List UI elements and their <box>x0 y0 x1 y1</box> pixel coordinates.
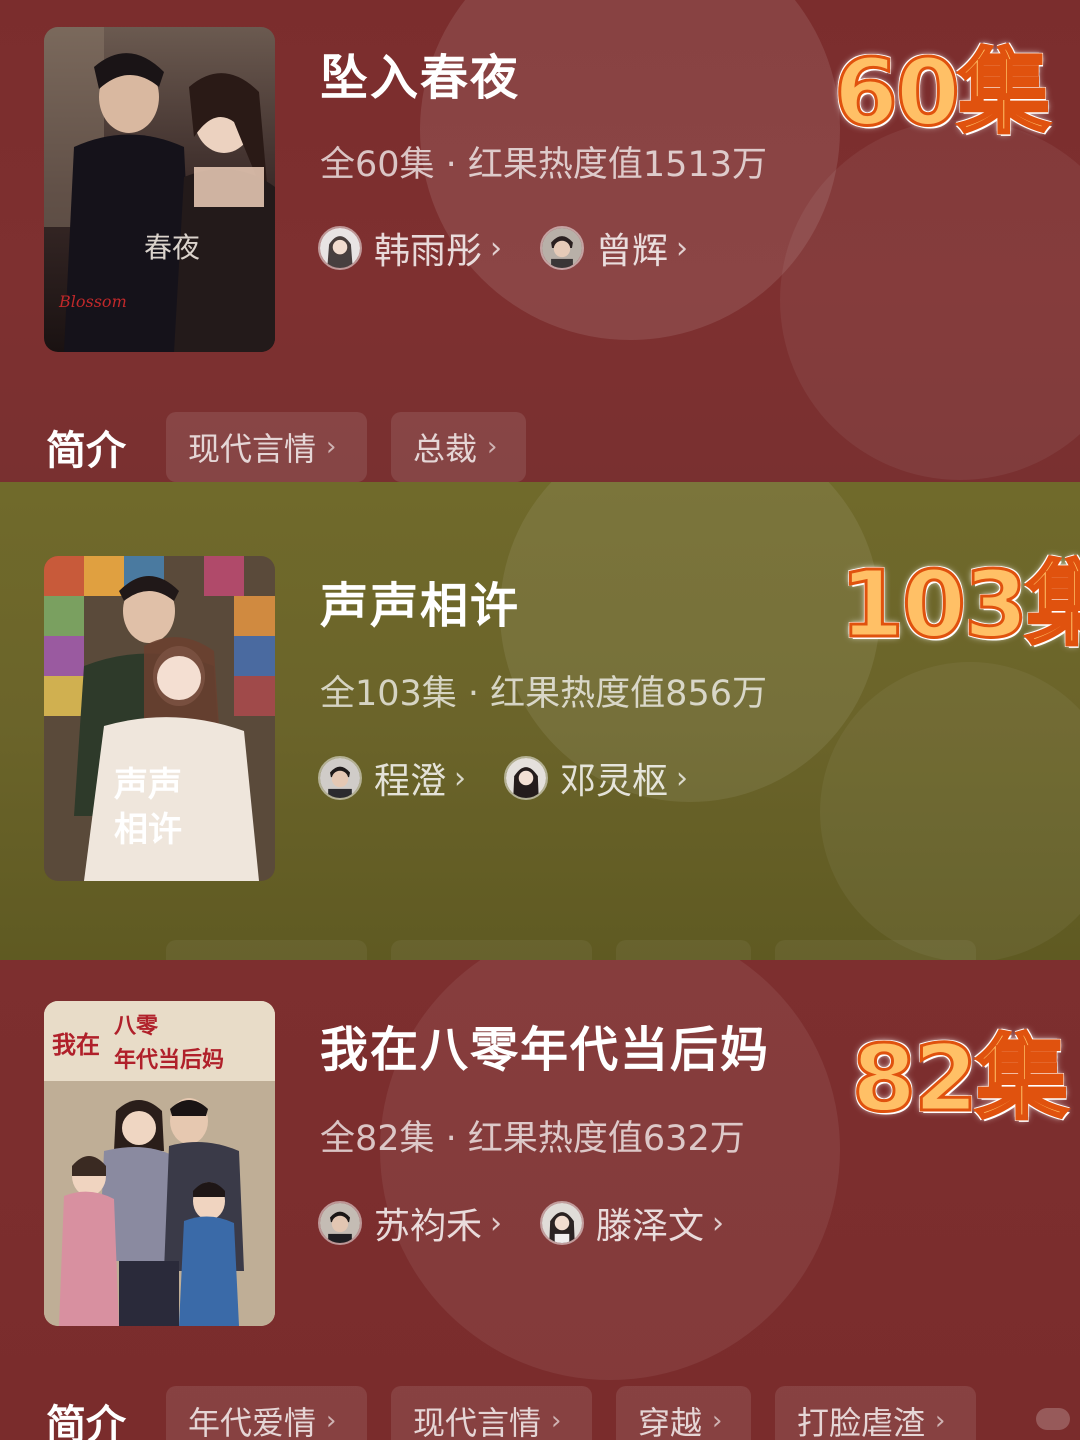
chevron-right-icon: › <box>712 1406 723 1436</box>
tag-bar: 简介 年代爱情 › 现代言情 › 穿越 › 打脸虐渣 › <box>0 1386 1080 1440</box>
poster-image[interactable]: 我在 八零 年代当后妈 <box>44 1001 275 1326</box>
tag-chip[interactable] <box>775 940 976 960</box>
actor-list: 韩雨彤 › 曾辉 › <box>318 222 688 274</box>
chevron-right-icon: › <box>487 432 498 462</box>
watermark-logo <box>1036 1408 1070 1430</box>
actor-name: 曾辉 <box>596 231 669 272</box>
drama-card-1[interactable]: 春夜 Blossom 坠入春夜 全60集 · 红果热度值1513万 韩雨彤 › … <box>0 0 1080 482</box>
tag-chip[interactable] <box>166 940 367 960</box>
svg-text:Blossom: Blossom <box>58 292 127 311</box>
chevron-right-icon: › <box>326 432 337 462</box>
svg-text:春夜: 春夜 <box>144 231 200 264</box>
actor-link[interactable]: 苏袀禾 › <box>318 1197 502 1249</box>
intro-label[interactable]: 简介 <box>46 418 126 476</box>
actor-link[interactable]: 程澄 › <box>318 752 466 804</box>
drama-title[interactable]: 我在八零年代当后妈 <box>320 1010 770 1080</box>
tag-chip[interactable]: 穿越 › <box>616 1386 751 1440</box>
tag-label: 穿越 <box>638 1404 703 1440</box>
actor-link[interactable]: 滕泽文 › <box>540 1197 724 1249</box>
tag-label: 现代言情 <box>413 1404 542 1440</box>
actor-name: 程澄 <box>374 761 447 802</box>
poster-image[interactable]: 声声 相许 <box>44 556 275 881</box>
actor-avatar <box>504 756 549 800</box>
drama-meta: 全82集 · 红果热度值632万 <box>320 1119 745 1159</box>
actor-list: 苏袀禾 › 滕泽文 › <box>318 1197 724 1249</box>
svg-text:相许: 相许 <box>114 810 182 850</box>
chevron-right-icon: › <box>454 760 467 796</box>
actor-name: 苏袀禾 <box>374 1206 483 1247</box>
tag-chip[interactable]: 总裁 › <box>391 412 526 482</box>
drama-title[interactable]: 声声相许 <box>320 566 520 636</box>
actor-link[interactable]: 韩雨彤 › <box>318 222 502 274</box>
chevron-right-icon: › <box>490 1205 503 1241</box>
actor-avatar <box>540 1201 585 1245</box>
svg-text:年代当后妈: 年代当后妈 <box>114 1047 224 1073</box>
background-decoration <box>820 662 1080 960</box>
tag-label: 打脸虐渣 <box>797 1404 926 1440</box>
chevron-right-icon: › <box>676 230 689 266</box>
drama-title[interactable]: 坠入春夜 <box>320 38 520 108</box>
poster-image[interactable]: 春夜 Blossom <box>44 27 275 352</box>
chevron-right-icon: › <box>551 1406 562 1436</box>
chevron-right-icon: › <box>676 760 689 796</box>
episodes-badge: 82集 <box>850 1024 1069 1134</box>
svg-text:声声: 声声 <box>114 765 182 805</box>
svg-text:八零: 八零 <box>114 1013 159 1039</box>
chevron-right-icon: › <box>490 230 503 266</box>
actor-link[interactable]: 邓灵枢 › <box>504 752 688 804</box>
chevron-right-icon: › <box>935 1406 946 1436</box>
actor-avatar <box>318 756 362 800</box>
drama-card-3[interactable]: 我在 八零 年代当后妈 我在八零年代当后妈 全82集 · 红果热度值632万 苏… <box>0 960 1080 1440</box>
actor-name: 邓灵枢 <box>560 761 669 802</box>
chevron-right-icon: › <box>326 1406 337 1436</box>
intro-label[interactable]: 简介 <box>46 1392 126 1440</box>
svg-text:我在: 我在 <box>52 1030 100 1059</box>
tag-chip[interactable]: 现代言情 › <box>166 412 367 482</box>
drama-card-2[interactable]: 声声 相许 声声相许 全103集 · 红果热度值856万 程澄 › 邓灵枢 › … <box>0 482 1080 960</box>
tag-chip[interactable]: 年代爱情 › <box>166 1386 367 1440</box>
actor-name: 滕泽文 <box>596 1206 705 1247</box>
actor-list: 程澄 › 邓灵枢 › <box>318 752 688 804</box>
drama-meta: 全60集 · 红果热度值1513万 <box>320 145 767 185</box>
actor-avatar <box>318 1201 362 1245</box>
chevron-right-icon: › <box>712 1205 725 1241</box>
actor-name: 韩雨彤 <box>374 231 483 272</box>
drama-meta: 全103集 · 红果热度值856万 <box>320 674 767 714</box>
tag-chip[interactable]: 打脸虐渣 › <box>775 1386 976 1440</box>
tag-label: 年代爱情 <box>188 1404 317 1440</box>
tag-chip[interactable] <box>391 940 592 960</box>
actor-avatar <box>318 226 362 270</box>
actor-link[interactable]: 曾辉 › <box>540 222 688 274</box>
tag-chip[interactable]: 现代言情 › <box>391 1386 592 1440</box>
episodes-badge: 103集 <box>838 550 1080 660</box>
episodes-badge: 60集 <box>832 38 1051 148</box>
actor-avatar <box>540 226 585 270</box>
tag-label: 现代言情 <box>188 430 317 468</box>
tag-label: 总裁 <box>413 430 478 468</box>
tag-chip[interactable] <box>616 940 751 960</box>
tag-bar <box>0 940 1080 960</box>
tag-bar: 简介 现代言情 › 总裁 › <box>0 412 1080 482</box>
